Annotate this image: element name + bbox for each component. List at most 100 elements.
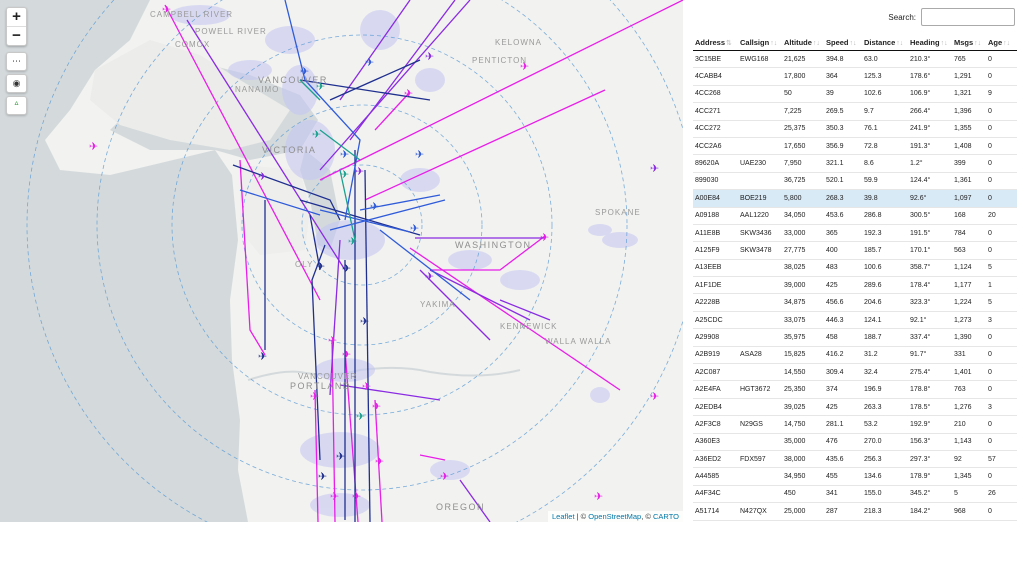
- svg-text:✈: ✈: [310, 390, 319, 403]
- cell-address: 899030: [693, 171, 738, 190]
- map-label-campbell-river: CAMPBELL RIVER: [150, 10, 234, 19]
- cell-heading: 191.5°: [908, 223, 952, 242]
- cell-speed: 400: [824, 241, 862, 260]
- cell-distance: 270.0: [862, 432, 908, 451]
- table-row[interactable]: A2F3C8 N29GS 14,750 281.1 53.2 192.9° 210 0: [693, 415, 1017, 434]
- cell-altitude: 450: [782, 484, 824, 503]
- carto-link[interactable]: CARTO: [653, 512, 679, 521]
- svg-text:✈: ✈: [375, 455, 384, 468]
- heatmap-toggle-button[interactable]: ᐞ: [6, 96, 27, 115]
- table-row[interactable]: A2C087 14,550 309.4 32.4 275.4° 1,401 0: [693, 363, 1017, 381]
- table-row[interactable]: A44585 34,950 455 134.6 178.9° 1,345 0: [693, 467, 1017, 486]
- cell-speed: 446.3: [824, 310, 862, 329]
- table-row[interactable]: A1F1DE 39,000 425 289.6 178.4° 1,177 1: [693, 276, 1017, 294]
- cell-callsign: [738, 519, 782, 522]
- cell-altitude: 33,075: [782, 310, 824, 329]
- table-row[interactable]: 4CC272 25,375 350.3 76.1 241.9° 1,355 0: [693, 119, 1017, 138]
- cell-altitude: 14,550: [782, 363, 824, 381]
- table-row[interactable]: 899030 36,725 520.1 59.9 124.4° 1,361 0: [693, 171, 1017, 190]
- table-row[interactable]: 4CC268 50 39 102.6 106.9° 1,321 9: [693, 84, 1017, 103]
- dots-icon: ⋯: [12, 56, 21, 66]
- cell-age: 0: [986, 102, 1017, 121]
- cell-altitude: 34,050: [782, 206, 824, 225]
- table-row[interactable]: A36ED2 FDX597 38,000 435.6 256.3 297.3° 92 57: [693, 449, 1017, 468]
- table-row[interactable]: 4CABB4 17,800 364 125.3 178.6° 1,291 0: [693, 67, 1017, 86]
- cell-altitude: 21,625: [782, 49, 824, 68]
- cell-altitude: 7,225: [782, 102, 824, 121]
- table-row[interactable]: A125F9 SKW3478 27,775 400 185.7 170.1° 563 0: [693, 241, 1017, 260]
- svg-text:✈: ✈: [258, 350, 267, 363]
- cell-callsign: [738, 467, 782, 486]
- cell-address: A1F1DE: [693, 276, 738, 294]
- cell-msgs: 5: [952, 484, 986, 503]
- table-row[interactable]: 4CC271 7,225 269.5 9.7 266.4° 1,396 0: [693, 102, 1017, 121]
- column-header-label: Distance: [864, 37, 896, 47]
- zoom-in-button[interactable]: +: [7, 8, 26, 26]
- openstreetmap-link[interactable]: OpenStreetMap: [588, 512, 641, 521]
- table-row[interactable]: A2B919 ASA28 15,825 416.2 31.2 91.7° 331 0: [693, 345, 1017, 364]
- table-row[interactable]: A29908 35,975 458 188.7 337.4° 1,390 0: [693, 328, 1017, 347]
- column-header-age[interactable]: Age↑↓: [986, 34, 1017, 51]
- table-row[interactable]: A360E3 35,000 476 270.0 156.3° 1,143 0: [693, 432, 1017, 451]
- cell-age: 0: [986, 502, 1017, 521]
- cell-callsign: N427QX: [738, 502, 782, 521]
- cell-callsign: [738, 276, 782, 294]
- cell-heading: 178.8°: [908, 380, 952, 399]
- cell-speed: 350.3: [824, 119, 862, 138]
- table-row[interactable]: A13EEB 38,025 483 100.6 358.7° 1,124 5: [693, 258, 1017, 277]
- cell-distance: 63.0: [862, 49, 908, 68]
- table-row[interactable]: A2EDB4 39,025 425 263.3 178.5° 1,276 3: [693, 397, 1017, 416]
- cell-address: A36ED2: [693, 449, 738, 468]
- cell-address: A11E8B: [693, 223, 738, 242]
- map-view[interactable]: ✈ ✈ ✈ ✈ ✈ ✈ ✈ ✈ ✈ ✈ ✈ ✈ ✈ ✈ ✈ ✈ ✈ ✈ ✈ ✈ …: [0, 0, 683, 522]
- cell-age: 0: [986, 467, 1017, 486]
- column-header-altitude[interactable]: Altitude↑↓: [782, 34, 824, 51]
- leaflet-link[interactable]: Leaflet: [552, 512, 575, 521]
- table-row[interactable]: A2E4FA HGT3672 25,350 374 196.9 178.8° 763 0: [693, 380, 1017, 399]
- range-rings-button[interactable]: ⋯: [6, 52, 27, 71]
- cell-speed: 425: [824, 276, 862, 294]
- visibility-toggle-button[interactable]: ◉: [6, 74, 27, 93]
- cell-msgs: 1,276: [952, 397, 986, 416]
- cell-age: 5: [986, 293, 1017, 312]
- column-header-msgs[interactable]: Msgs↑↓: [952, 34, 986, 51]
- column-header-callsign[interactable]: Callsign↑↓: [738, 34, 782, 51]
- cell-callsign: BOE219: [738, 189, 782, 208]
- cell-speed: 453.6: [824, 206, 862, 225]
- cell-altitude: 17,650: [782, 136, 824, 155]
- cell-age: 0: [986, 241, 1017, 260]
- table-row[interactable]: 4CC2A6 17,650 356.9 72.8 191.3° 1,408 0: [693, 136, 1017, 155]
- table-row[interactable]: A2228B 34,875 456.6 204.6 323.3° 1,224 5: [693, 293, 1017, 312]
- search-input[interactable]: [921, 8, 1015, 26]
- svg-text:✈: ✈: [370, 200, 379, 213]
- table-body: 3C15BE EWG168 21,625 394.8 63.0 210.3° 765 0 4CA…: [693, 49, 1017, 522]
- cell-age: 0: [986, 345, 1017, 364]
- column-header-address[interactable]: Address⇅: [693, 34, 738, 51]
- column-header-distance[interactable]: Distance↑↓: [862, 34, 908, 51]
- column-header-speed[interactable]: Speed↑↓: [824, 34, 862, 51]
- column-header-heading[interactable]: Heading↑↓: [908, 34, 952, 51]
- svg-text:✈: ✈: [440, 470, 449, 483]
- map-label-yakima: YAKIMA: [420, 300, 456, 309]
- cell-distance: 102.6: [862, 84, 908, 103]
- cell-address: A2C087: [693, 363, 738, 381]
- zoom-out-button[interactable]: −: [7, 26, 26, 45]
- cell-age: 20: [986, 206, 1017, 225]
- cell-heading: 192.9°: [908, 415, 952, 434]
- cell-altitude: 33,000: [782, 223, 824, 242]
- cell-speed: 374: [824, 380, 862, 399]
- cell-address: 4CC272: [693, 119, 738, 138]
- table-row[interactable]: A25CDC 33,075 446.3 124.1 92.1° 1,273 3: [693, 310, 1017, 329]
- table-row[interactable]: A51714 N427QX 25,000 287 218.3 184.2° 968 0: [693, 502, 1017, 521]
- table-row[interactable]: 89620A UAE230 7,950 321.1 8.6 1.2° 399 0: [693, 154, 1017, 173]
- table-row[interactable]: A09188 AAL1220 34,050 453.6 286.8 300.5° 168 20: [693, 206, 1017, 225]
- cell-address: A09188: [693, 206, 738, 225]
- flame-icon: ᐞ: [14, 100, 19, 110]
- table-row[interactable]: A00E84 BOE219 5,800 268.3 39.8 92.6° 1,097 0: [693, 189, 1017, 208]
- cell-address: A4F34C: [693, 484, 738, 503]
- table-row[interactable]: A4F34C 450 341 155.0 345.2° 5 26: [693, 484, 1017, 503]
- table-row[interactable]: A51F82 24,025368203.4326.5°4061: [693, 519, 1017, 522]
- cell-callsign: ASA28: [738, 345, 782, 364]
- table-row[interactable]: A11E8B SKW3436 33,000 365 192.3 191.5° 784 0: [693, 223, 1017, 242]
- table-row[interactable]: 3C15BE EWG168 21,625 394.8 63.0 210.3° 765 0: [693, 49, 1017, 68]
